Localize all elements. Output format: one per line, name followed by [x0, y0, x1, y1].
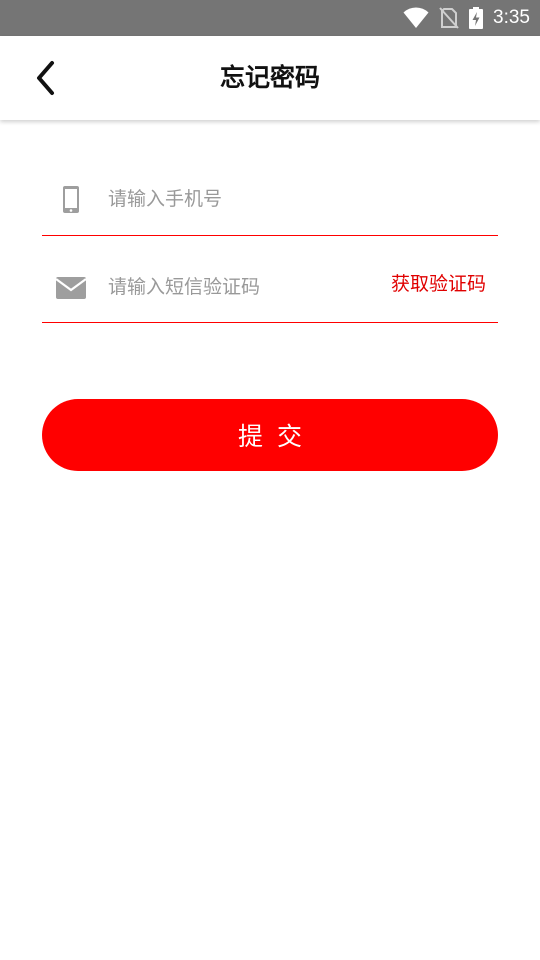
get-code-button[interactable]: 获取验证码 — [391, 269, 486, 296]
sms-code-input[interactable] — [108, 237, 368, 322]
submit-button[interactable]: 提交 — [42, 399, 498, 471]
mobile-phone-icon — [63, 186, 79, 213]
chevron-left-icon — [37, 61, 54, 95]
back-button[interactable] — [24, 56, 68, 100]
status-icons: 3:35 — [403, 0, 530, 36]
status-time: 3:35 — [493, 7, 530, 28]
battery-charging-icon — [469, 7, 484, 29]
status-bar: 3:35 — [0, 0, 540, 36]
no-sim-icon — [439, 7, 459, 29]
page-title: 忘记密码 — [219, 63, 320, 92]
app-bar: 忘记密码 — [0, 36, 540, 120]
sms-code-field: 获取验证码 — [42, 237, 498, 323]
wifi-icon — [403, 7, 429, 28]
envelope-icon — [55, 277, 87, 299]
phone-field — [42, 150, 498, 236]
phone-input[interactable] — [108, 150, 488, 235]
